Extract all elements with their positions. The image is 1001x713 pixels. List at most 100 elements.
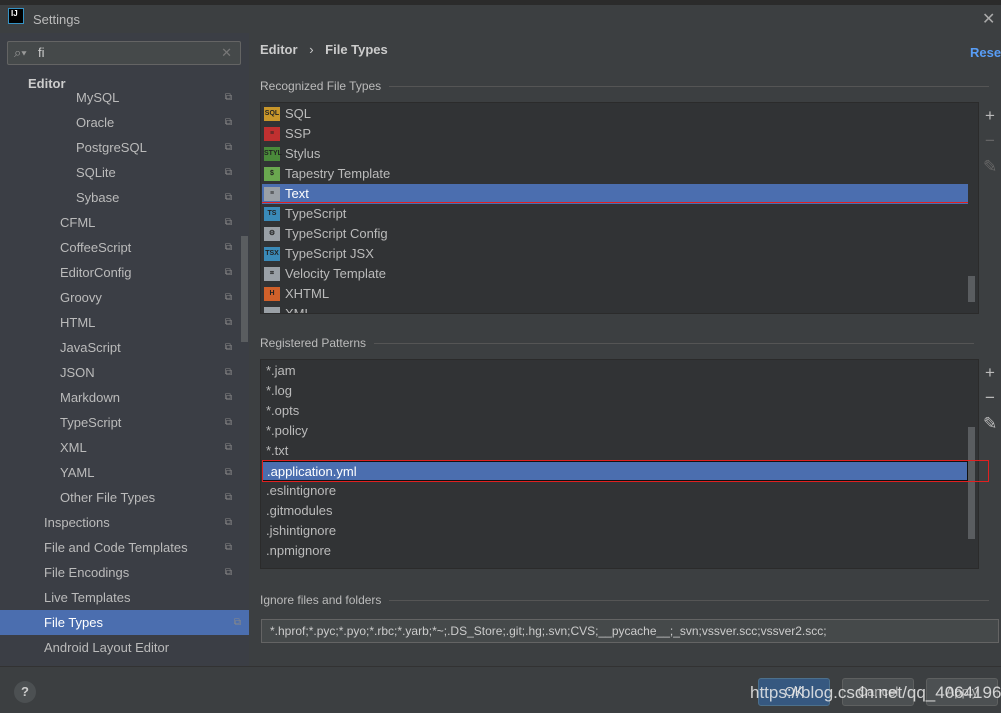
sidebar-item-label: CoffeeScript [60, 240, 132, 255]
settings-search-input[interactable]: ⌕▾ fi ✕ [7, 41, 241, 65]
sidebar-item-label: Other File Types [60, 490, 156, 505]
edit-pattern-button[interactable]: ✎ [983, 414, 997, 434]
sidebar-item-editorconfig[interactable]: EditorConfig ⧉ [0, 260, 240, 285]
file-type-label: TypeScript [285, 206, 347, 221]
sidebar-item-file-encodings[interactable]: File Encodings ⧉ [0, 560, 240, 585]
sidebar-item-live-templates[interactable]: Live Templates [0, 585, 240, 610]
file-type-row[interactable]: ⌗ Velocity Template [262, 264, 968, 284]
pattern-row[interactable]: *.opts [262, 401, 968, 421]
ignore-files-input[interactable]: *.hprof;*.pyc;*.pyo;*.rbc;*.yarb;*~;.DS_… [261, 619, 999, 643]
sidebar-item-sybase[interactable]: Sybase ⧉ [0, 185, 240, 210]
breadcrumb: Editor › File Types [260, 42, 388, 57]
file-type-row[interactable]: ⚙ TypeScript Config [262, 224, 968, 244]
file-type-label: TypeScript Config [285, 226, 388, 241]
project-settings-icon: ⧉ [224, 267, 232, 278]
file-type-row[interactable]: XML [262, 304, 968, 314]
project-settings-icon: ⧉ [224, 92, 232, 103]
sidebar-item-oracle[interactable]: Oracle ⧉ [0, 110, 240, 135]
sidebar-item-label: Markdown [60, 390, 120, 405]
sidebar-item-mysql[interactable]: MySQL ⧉ [0, 85, 240, 110]
pattern-row[interactable]: *.jam [262, 361, 968, 381]
sidebar-item-cfml[interactable]: CFML ⧉ [0, 210, 240, 235]
recognized-list-scrollbar[interactable] [968, 276, 975, 302]
edit-file-type-button[interactable]: ✎ [983, 157, 997, 177]
file-type-row[interactable]: ≡ Text [262, 184, 968, 204]
sidebar-item-label: Sybase [76, 190, 120, 205]
sidebar-item-label: File and Code Templates [44, 540, 188, 555]
file-type-row[interactable]: $ Tapestry Template [262, 164, 968, 184]
breadcrumb-current: File Types [325, 42, 388, 57]
remove-file-type-button[interactable]: − [983, 131, 997, 151]
sidebar-item-label: EditorConfig [60, 265, 132, 280]
file-type-label: SQL [285, 106, 312, 121]
pattern-row[interactable]: .application.yml [262, 461, 968, 481]
sidebar-item-label: File Encodings [44, 565, 130, 580]
sidebar-item-coffeescript[interactable]: CoffeeScript ⧉ [0, 235, 240, 260]
file-type-label: XML [285, 306, 312, 314]
breadcrumb-separator: › [309, 42, 314, 57]
patterns-list-scrollbar[interactable] [968, 427, 975, 539]
sidebar-item-label: JavaScript [60, 340, 121, 355]
file-type-row[interactable]: TS TypeScript [262, 204, 968, 224]
project-settings-icon: ⧉ [224, 392, 232, 403]
sidebar-item-label: SQLite [76, 165, 116, 180]
file-type-label: XHTML [285, 286, 330, 301]
sidebar-item-html[interactable]: HTML ⧉ [0, 310, 240, 335]
intellij-logo: IJ [8, 8, 24, 24]
sidebar-item-json[interactable]: JSON ⧉ [0, 360, 240, 385]
sidebar-item-inspections[interactable]: Inspections ⧉ [0, 510, 240, 535]
file-type-icon: ≡ [264, 187, 280, 201]
sidebar-item-markdown[interactable]: Markdown ⧉ [0, 385, 240, 410]
pattern-row[interactable]: *.txt [262, 441, 968, 461]
file-type-row[interactable]: ≡ SSP [262, 124, 968, 144]
recognized-file-types-list: SQL SQL ≡ SSP STYL Stylus $ Tapestry Template ≡ T… [260, 102, 979, 314]
file-type-label: SSP [285, 126, 312, 141]
remove-pattern-button[interactable]: − [983, 388, 997, 408]
pattern-row[interactable]: .gitmodules [262, 501, 968, 521]
pattern-row[interactable]: .eslintignore [262, 481, 968, 501]
search-icon: ⌕▾ [14, 45, 27, 60]
project-settings-icon: ⧉ [224, 292, 232, 303]
sidebar-scrollbar[interactable] [241, 236, 248, 342]
add-file-type-button[interactable]: + [983, 106, 997, 126]
file-type-row[interactable]: TSX TypeScript JSX [262, 244, 968, 264]
file-type-label: TypeScript JSX [285, 246, 374, 261]
file-type-icon: SQL [264, 107, 280, 121]
sidebar-item-file-and-code-templates[interactable]: File and Code Templates ⧉ [0, 535, 240, 560]
pattern-row[interactable]: .npmignore [262, 541, 968, 561]
project-settings-icon: ⧉ [224, 517, 232, 528]
clear-search-icon[interactable]: ✕ [221, 45, 232, 61]
sidebar-item-other-file-types[interactable]: Other File Types ⧉ [0, 485, 240, 510]
title-bar [0, 5, 1001, 33]
project-settings-icon: ⧉ [224, 342, 232, 353]
sidebar-item-xml[interactable]: XML ⧉ [0, 435, 240, 460]
reset-link[interactable]: Reset [970, 45, 1001, 60]
file-type-row[interactable]: H XHTML [262, 284, 968, 304]
help-button[interactable]: ? [14, 681, 36, 703]
project-settings-icon: ⧉ [224, 542, 232, 553]
watermark: https://blog.csdn.net/qq_40641961 [750, 683, 1001, 702]
sidebar-item-groovy[interactable]: Groovy ⧉ [0, 285, 240, 310]
sidebar-item-javascript[interactable]: JavaScript ⧉ [0, 335, 240, 360]
file-type-row[interactable]: STYL Stylus [262, 144, 968, 164]
file-type-row[interactable]: SQL SQL [262, 104, 968, 124]
sidebar-item-typescript[interactable]: TypeScript ⧉ [0, 410, 240, 435]
pattern-row[interactable]: *.policy [262, 421, 968, 441]
sidebar-item-label: CFML [60, 215, 96, 230]
add-pattern-button[interactable]: + [983, 363, 997, 383]
project-settings-icon: ⧉ [224, 317, 232, 328]
sidebar-item-file-types[interactable]: File Types ⧉ [0, 610, 249, 635]
sidebar-item-sqlite[interactable]: SQLite ⧉ [0, 160, 240, 185]
sidebar-item-android-layout-editor[interactable]: Android Layout Editor [0, 635, 240, 660]
file-type-icon: STYL [264, 147, 282, 161]
sidebar-item-yaml[interactable]: YAML ⧉ [0, 460, 240, 485]
close-icon[interactable]: ✕ [982, 9, 995, 29]
pattern-row[interactable]: .jshintignore [262, 521, 968, 541]
sidebar-item-label: HTML [60, 315, 96, 330]
project-settings-icon: ⧉ [224, 117, 232, 128]
search-value: fi [38, 45, 45, 60]
breadcrumb-parent[interactable]: Editor [260, 42, 298, 57]
registered-patterns-list: *.jam *.log *.opts *.policy *.txt .applicatio… [260, 359, 979, 569]
sidebar-item-postgresql[interactable]: PostgreSQL ⧉ [0, 135, 240, 160]
pattern-row[interactable]: *.log [262, 381, 968, 401]
